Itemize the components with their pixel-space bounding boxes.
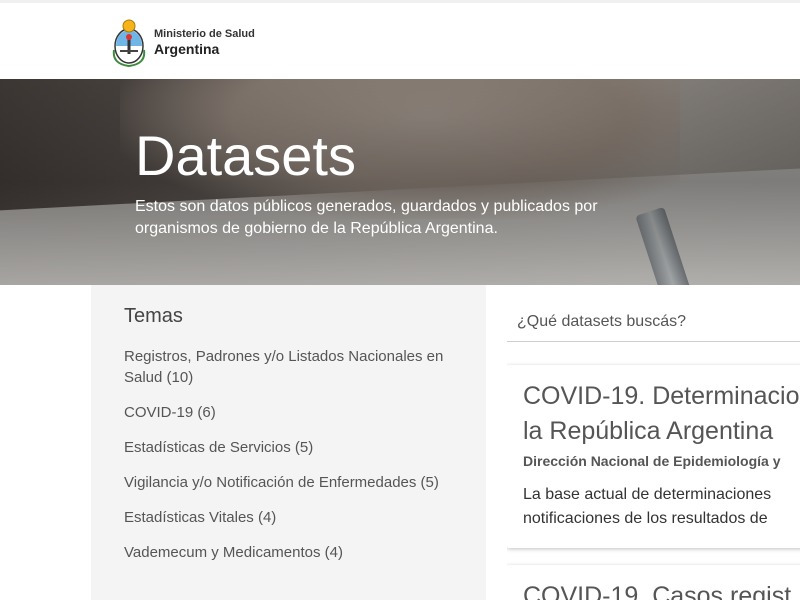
dataset-description: La base actual de determinaciones notifi…	[523, 486, 772, 527]
topic-link-estadisticas-vitales[interactable]: Estadísticas Vitales (4)	[124, 507, 454, 528]
ministry-logo-link[interactable]: Ministerio de Salud Argentina	[112, 16, 255, 68]
page-title: Datasets	[135, 124, 356, 187]
topic-item: Estadísticas Vitales (4)	[124, 507, 454, 528]
topics-list: Registros, Padrones y/o Listados Naciona…	[124, 346, 454, 577]
topic-item: Vademecum y Medicamentos (4)	[124, 542, 454, 563]
topic-link-covid19[interactable]: COVID-19 (6)	[124, 402, 454, 423]
site-header: Ministerio de Salud Argentina	[0, 3, 800, 79]
topic-item: COVID-19 (6)	[124, 402, 454, 423]
topic-link-registros[interactable]: Registros, Padrones y/o Listados Naciona…	[124, 346, 454, 388]
dataset-title[interactable]: COVID-19. Casos regist	[523, 579, 800, 600]
topic-link-estadisticas-servicios[interactable]: Estadísticas de Servicios (5)	[124, 437, 454, 458]
topic-link-vademecum[interactable]: Vademecum y Medicamentos (4)	[124, 542, 454, 563]
topic-item: Vigilancia y/o Notificación de Enfermeda…	[124, 472, 454, 493]
page-description: Estos son datos públicos generados, guar…	[135, 198, 598, 237]
dataset-organization: Dirección Nacional de Epidemiología y	[523, 453, 781, 469]
results-area: COVID-19. Determinacio la República Arge…	[507, 285, 800, 600]
dataset-card[interactable]: COVID-19. Determinacio la República Arge…	[507, 365, 800, 548]
dataset-card[interactable]: COVID-19. Casos regist	[507, 565, 800, 600]
hero-overlay	[0, 79, 800, 285]
hero-banner: Datasets Estos son datos públicos genera…	[0, 79, 800, 285]
logo-title: Argentina	[154, 41, 220, 57]
dataset-search-input[interactable]	[507, 307, 800, 337]
topics-sidebar: Temas Registros, Padrones y/o Listados N…	[91, 285, 486, 600]
dataset-title[interactable]: COVID-19. Determinacio la República Arge…	[523, 379, 800, 449]
topic-item: Registros, Padrones y/o Listados Naciona…	[124, 346, 454, 388]
topic-link-vigilancia[interactable]: Vigilancia y/o Notificación de Enfermeda…	[124, 472, 454, 493]
search-bar	[507, 307, 800, 342]
argentina-coat-of-arms-icon	[112, 19, 146, 68]
topic-item: Estadísticas de Servicios (5)	[124, 437, 454, 458]
logo-subtitle: Ministerio de Salud	[154, 28, 255, 40]
topics-heading: Temas	[124, 305, 183, 327]
